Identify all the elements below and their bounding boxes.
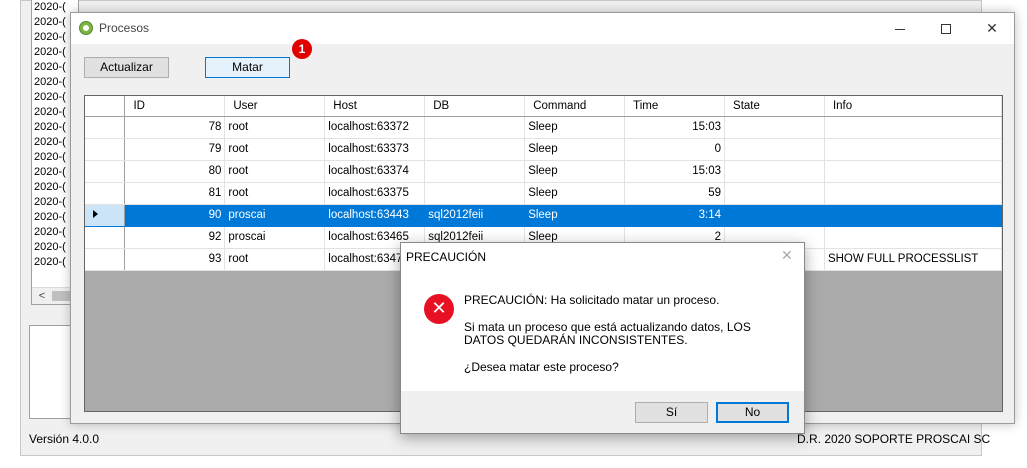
row-header[interactable] <box>85 138 126 161</box>
step-badge: 1 <box>292 39 312 59</box>
row-header[interactable] <box>85 248 126 271</box>
col-header-id[interactable]: ID <box>124 96 226 117</box>
cell-user[interactable]: root <box>224 248 326 271</box>
cell-host[interactable]: localhost:63443 <box>324 204 426 227</box>
dialog-line-2: Si mata un proceso que está actualizando… <box>464 320 751 347</box>
cell-time[interactable]: 59 <box>624 182 726 205</box>
cell-host[interactable]: localhost:63375 <box>324 182 426 205</box>
dialog-line-3: ¿Desea matar este proceso? <box>464 360 619 374</box>
cell-id[interactable]: 80 <box>124 160 226 183</box>
table-row[interactable]: 90 proscai localhost:63443 sql2012feii Sleep… <box>85 204 1002 227</box>
cell-db[interactable] <box>424 182 526 205</box>
close-button[interactable]: ✕ <box>969 13 1015 44</box>
row-header[interactable] <box>85 182 126 205</box>
cell-db[interactable] <box>424 160 526 183</box>
col-header-db[interactable]: DB <box>424 96 526 117</box>
cell-host[interactable]: localhost:63373 <box>324 138 426 161</box>
table-row[interactable]: 78 root localhost:63372 Sleep 15:03 <box>85 116 1002 139</box>
col-header-host[interactable]: Host <box>324 96 426 117</box>
cell-info[interactable] <box>824 182 1002 205</box>
close-icon: ✕ <box>986 20 998 36</box>
cell-id[interactable]: 93 <box>124 248 226 271</box>
cell-id[interactable]: 79 <box>124 138 226 161</box>
cell-info[interactable] <box>824 204 1002 227</box>
cell-state[interactable] <box>724 182 825 205</box>
cell-command[interactable]: Sleep <box>524 116 626 139</box>
row-header-corner[interactable] <box>85 96 126 117</box>
window-title: Procesos <box>99 21 150 35</box>
table-row[interactable]: 80 root localhost:63374 Sleep 15:03 <box>85 160 1002 183</box>
col-header-command[interactable]: Command <box>524 96 626 117</box>
row-header[interactable] <box>85 226 126 249</box>
col-header-time[interactable]: Time <box>624 96 726 117</box>
cell-user[interactable]: root <box>224 182 326 205</box>
cell-id[interactable]: 90 <box>124 204 226 227</box>
cell-command[interactable]: Sleep <box>524 182 626 205</box>
current-row-arrow-icon <box>93 210 98 218</box>
actualizar-button[interactable]: Actualizar <box>84 57 169 78</box>
no-button[interactable]: No <box>716 402 789 423</box>
cell-user[interactable]: proscai <box>224 226 326 249</box>
row-header[interactable] <box>85 116 126 139</box>
table-row[interactable]: 79 root localhost:63373 Sleep 0 <box>85 138 1002 161</box>
col-header-info[interactable]: Info <box>824 96 1002 117</box>
minimize-icon <box>895 28 905 30</box>
dialog-message: PRECAUCIÓN: Ha solicitado matar un proce… <box>464 294 794 388</box>
cell-user[interactable]: root <box>224 138 326 161</box>
maximize-button[interactable] <box>923 13 969 44</box>
cell-info[interactable]: SHOW FULL PROCESSLIST <box>824 248 1002 271</box>
dialog-line-1: PRECAUCIÓN: Ha solicitado matar un proce… <box>464 293 720 307</box>
cell-time[interactable]: 15:03 <box>624 116 726 139</box>
cell-state[interactable] <box>724 138 825 161</box>
col-header-state[interactable]: State <box>724 96 825 117</box>
copyright-label: D.R. 2020 SOPORTE PROSCAI SC <box>797 432 991 446</box>
dialog-title: PRECAUCIÓN <box>406 250 487 264</box>
maximize-icon <box>941 24 951 35</box>
cell-info[interactable] <box>824 116 1002 139</box>
minimize-button[interactable] <box>877 13 923 44</box>
table-row[interactable]: 81 root localhost:63375 Sleep 59 <box>85 182 1002 205</box>
cell-host[interactable]: localhost:63374 <box>324 160 426 183</box>
cell-user[interactable]: root <box>224 116 326 139</box>
cell-db[interactable] <box>424 138 526 161</box>
titlebar[interactable]: Procesos ✕ <box>71 13 1014 44</box>
col-header-user[interactable]: User <box>224 96 326 117</box>
cell-host[interactable]: localhost:63372 <box>324 116 426 139</box>
cell-time[interactable]: 15:03 <box>624 160 726 183</box>
cell-command[interactable]: Sleep <box>524 160 626 183</box>
cell-state[interactable] <box>724 116 825 139</box>
cell-db[interactable]: sql2012feii <box>424 204 526 227</box>
app-icon <box>79 21 93 35</box>
cell-id[interactable]: 78 <box>124 116 226 139</box>
cell-user[interactable]: proscai <box>224 204 326 227</box>
dialog-footer: Sí No <box>401 391 804 433</box>
error-icon: ✕ <box>424 294 454 324</box>
confirm-dialog: PRECAUCIÓN ✕ ✕ PRECAUCIÓN: Ha solicitado… <box>400 242 805 434</box>
row-header[interactable] <box>85 204 126 227</box>
cell-id[interactable]: 92 <box>124 226 226 249</box>
cell-db[interactable] <box>424 116 526 139</box>
yes-button[interactable]: Sí <box>635 402 708 423</box>
output-textarea[interactable] <box>29 325 75 419</box>
dialog-close-icon[interactable]: ✕ <box>781 247 793 264</box>
grid-header: ID User Host DB Command Time State Info <box>85 96 1002 117</box>
cell-state[interactable] <box>724 204 825 227</box>
matar-button[interactable]: Matar <box>205 57 290 78</box>
scroll-left-icon[interactable]: < <box>34 288 50 304</box>
row-header[interactable] <box>85 160 126 183</box>
cell-command[interactable]: Sleep <box>524 204 626 227</box>
cell-info[interactable] <box>824 160 1002 183</box>
cell-user[interactable]: root <box>224 160 326 183</box>
cell-info[interactable] <box>824 226 1002 249</box>
version-label: Versión 4.0.0 <box>29 432 100 446</box>
cell-time[interactable]: 3:14 <box>624 204 726 227</box>
cell-command[interactable]: Sleep <box>524 138 626 161</box>
cell-id[interactable]: 81 <box>124 182 226 205</box>
cell-state[interactable] <box>724 160 825 183</box>
cell-time[interactable]: 0 <box>624 138 726 161</box>
cell-info[interactable] <box>824 138 1002 161</box>
